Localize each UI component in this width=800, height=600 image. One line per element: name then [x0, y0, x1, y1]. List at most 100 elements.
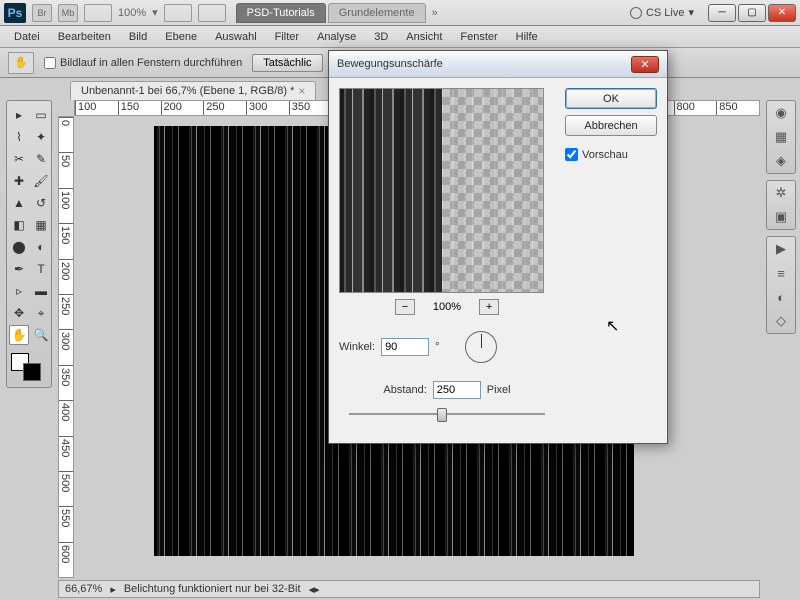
slider-thumb[interactable]	[437, 408, 447, 422]
maximize-button[interactable]: ▢	[738, 4, 766, 22]
angle-input[interactable]	[381, 338, 429, 356]
background-swatch[interactable]	[23, 363, 41, 381]
move-tool-icon[interactable]: ▸	[9, 105, 29, 125]
actual-pixels-button[interactable]: Tatsächlic	[252, 54, 322, 72]
menu-ebene[interactable]: Ebene	[157, 28, 205, 46]
motion-blur-dialog: Bewegungsunschärfe ✕ − 100% + Winkel: ° …	[328, 50, 668, 444]
actions-panel-icon[interactable]: ▶	[772, 241, 790, 257]
menu-3d[interactable]: 3D	[366, 28, 396, 46]
zoom-tool-icon[interactable]: 🔍	[31, 325, 51, 345]
screen-mode-dropdown[interactable]	[164, 4, 192, 22]
heal-tool-icon[interactable]: ✚	[9, 171, 29, 191]
zoom-in-button[interactable]: +	[479, 299, 499, 315]
close-button[interactable]: ✕	[768, 4, 796, 22]
menu-bearbeiten[interactable]: Bearbeiten	[50, 28, 119, 46]
cslive-button[interactable]: CS Live ▾	[630, 6, 694, 19]
layers-panel-icon[interactable]: ≡	[772, 265, 790, 281]
minimize-button[interactable]: ─	[708, 4, 736, 22]
eyedropper-tool-icon[interactable]: ✎	[31, 149, 51, 169]
wand-tool-icon[interactable]: ✦	[31, 127, 51, 147]
status-zoom[interactable]: 66,67%	[65, 583, 102, 595]
shape-tool-icon[interactable]: ▬	[31, 281, 51, 301]
dodge-tool-icon[interactable]: ◐	[31, 237, 51, 257]
preview-checkbox[interactable]: Vorschau	[565, 148, 657, 161]
paths-panel-icon[interactable]: ◇	[772, 313, 790, 329]
menu-filter[interactable]: Filter	[267, 28, 307, 46]
blur-tool-icon[interactable]: ⬤	[9, 237, 29, 257]
dialog-close-button[interactable]: ✕	[631, 56, 659, 73]
menu-analyse[interactable]: Analyse	[309, 28, 364, 46]
document-tab[interactable]: Unbenannt-1 bei 66,7% (Ebene 1, RGB/8) *…	[70, 81, 316, 100]
swatches-panel-icon[interactable]: ▦	[772, 129, 790, 145]
distance-input[interactable]	[433, 381, 481, 399]
angle-dial[interactable]	[465, 331, 497, 363]
extras-dropdown[interactable]	[198, 4, 226, 22]
adjustments-panel-icon[interactable]: ✲	[772, 185, 790, 201]
zoom-level-label: 100%	[433, 301, 461, 313]
current-tool-indicator[interactable]: ✋	[8, 52, 34, 74]
ruler-vertical: 050100150200250300350400450500550600	[58, 116, 74, 578]
filter-preview[interactable]	[339, 88, 544, 293]
color-panel-icon[interactable]: ◉	[772, 105, 790, 121]
brush-tool-icon[interactable]: 🖌	[31, 171, 51, 191]
gradient-tool-icon[interactable]: ▦	[31, 215, 51, 235]
view-arrange-dropdown[interactable]	[84, 4, 112, 22]
preview-checkbox-input[interactable]	[565, 148, 578, 161]
minibridge-button[interactable]: Mb	[58, 4, 78, 22]
preview-checkbox-label: Vorschau	[582, 149, 628, 161]
marquee-tool-icon[interactable]: ▭	[31, 105, 51, 125]
menu-hilfe[interactable]: Hilfe	[508, 28, 546, 46]
pen-tool-icon[interactable]: ✒	[9, 259, 29, 279]
workspace-more-icon[interactable]: »	[432, 7, 438, 19]
zoom-out-button[interactable]: −	[395, 299, 415, 315]
app-titlebar: Ps Br Mb 100% ▾ PSD-Tutorials Grundeleme…	[0, 0, 800, 26]
status-message: Belichtung funktioniert nur bei 32-Bit	[124, 583, 301, 595]
3d-cam-tool-icon[interactable]: ⌖	[31, 303, 51, 323]
hand-tool-icon[interactable]: ✋	[9, 325, 29, 345]
cancel-button[interactable]: Abbrechen	[565, 115, 657, 136]
distance-slider[interactable]	[349, 407, 545, 421]
menu-bar: Datei Bearbeiten Bild Ebene Auswahl Filt…	[0, 26, 800, 48]
photoshop-logo: Ps	[4, 3, 26, 23]
distance-label: Abstand:	[383, 384, 426, 396]
menu-ansicht[interactable]: Ansicht	[398, 28, 450, 46]
eraser-tool-icon[interactable]: ◧	[9, 215, 29, 235]
menu-datei[interactable]: Datei	[6, 28, 48, 46]
dropdown-arrow-icon: ▾	[152, 6, 158, 19]
color-swatches[interactable]	[9, 351, 51, 383]
cslive-label: CS Live	[646, 7, 685, 19]
cslive-icon	[630, 7, 642, 19]
status-bar: 66,67% ▸ Belichtung funktioniert nur bei…	[58, 580, 760, 598]
menu-bild[interactable]: Bild	[121, 28, 155, 46]
3d-tool-icon[interactable]: ✥	[9, 303, 29, 323]
menu-fenster[interactable]: Fenster	[452, 28, 505, 46]
stamp-tool-icon[interactable]: ▲	[9, 193, 29, 213]
right-panel-rail: ◉ ▦ ◈ ✲ ▣ ▶ ≡ ◐ ◇	[766, 100, 796, 334]
scroll-all-label: Bildlauf in allen Fenstern durchführen	[60, 57, 242, 69]
history-brush-tool-icon[interactable]: ↺	[31, 193, 51, 213]
degree-label: °	[435, 341, 439, 353]
lasso-tool-icon[interactable]: ⌇	[9, 127, 29, 147]
dialog-title-label: Bewegungsunschärfe	[337, 58, 443, 70]
close-tab-icon[interactable]: ×	[298, 84, 305, 98]
crop-tool-icon[interactable]: ✂	[9, 149, 29, 169]
zoom-display[interactable]: 100%	[118, 7, 146, 19]
scroll-all-windows-checkbox[interactable]: Bildlauf in allen Fenstern durchführen	[44, 57, 242, 69]
dialog-titlebar[interactable]: Bewegungsunschärfe ✕	[329, 51, 667, 78]
workspace-tab-grundelemente[interactable]: Grundelemente	[328, 3, 426, 23]
path-tool-icon[interactable]: ▹	[9, 281, 29, 301]
angle-label: Winkel:	[339, 341, 375, 353]
document-tab-label: Unbenannt-1 bei 66,7% (Ebene 1, RGB/8) *	[81, 85, 294, 97]
channels-panel-icon[interactable]: ◐	[772, 289, 790, 305]
toolbox: ▸ ▭ ⌇ ✦ ✂ ✎ ✚ 🖌 ▲ ↺ ◧ ▦ ⬤ ◐ ✒ T ▹ ▬ ✥ ⌖ …	[6, 100, 52, 388]
workspace-tab-psdtutorials[interactable]: PSD-Tutorials	[236, 3, 326, 23]
styles-panel-icon[interactable]: ◈	[772, 153, 790, 169]
scroll-all-checkbox-input[interactable]	[44, 57, 56, 69]
distance-unit-label: Pixel	[487, 384, 511, 396]
bridge-button[interactable]: Br	[32, 4, 52, 22]
type-tool-icon[interactable]: T	[31, 259, 51, 279]
menu-auswahl[interactable]: Auswahl	[207, 28, 265, 46]
masks-panel-icon[interactable]: ▣	[772, 209, 790, 225]
ok-button[interactable]: OK	[565, 88, 657, 109]
dropdown-arrow-icon: ▾	[688, 6, 694, 19]
